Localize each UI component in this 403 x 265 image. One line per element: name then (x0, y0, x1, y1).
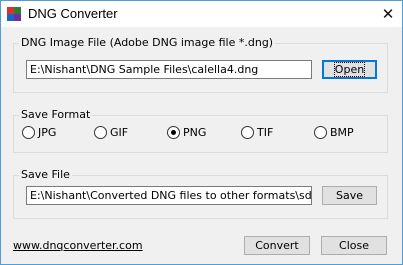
radio-bmp-circle (314, 126, 327, 139)
radio-tif-circle (241, 126, 254, 139)
app-icon (7, 7, 21, 21)
radio-png[interactable]: PNG (167, 125, 209, 141)
image-path-field[interactable]: E:\Nishant\DNG Sample Files\calella4.dng (26, 60, 312, 79)
radio-bmp-label: BMP (330, 126, 354, 139)
radio-jpg[interactable]: JPG (22, 125, 62, 141)
radio-tif[interactable]: TIF (241, 125, 281, 141)
open-button[interactable]: Open (322, 60, 377, 79)
image-file-group-label: DNG Image File (Adobe DNG image file *.d… (19, 36, 276, 49)
website-link[interactable]: www.dnqconverter.com (13, 239, 143, 252)
save-file-group-label: Save File (19, 168, 72, 181)
close-button[interactable]: Close (321, 236, 387, 255)
radio-jpg-label: JPG (38, 126, 57, 139)
save-path-field[interactable]: E:\Nishant\Converted DNG files to other … (26, 186, 312, 205)
save-button[interactable]: Save (322, 186, 377, 205)
convert-button[interactable]: Convert (244, 236, 310, 255)
open-button-label: Open (333, 62, 366, 77)
app-window: DNG Converter ✕ DNG Image File (Adobe DN… (0, 0, 403, 265)
radio-png-selected-dot (171, 130, 176, 135)
save-format-group-label: Save Format (19, 108, 93, 121)
radio-png-label: PNG (183, 126, 207, 139)
radio-jpg-circle (22, 126, 35, 139)
save-button-label: Save (335, 189, 363, 202)
radio-gif-circle (94, 126, 107, 139)
close-icon[interactable]: ✕ (375, 2, 401, 26)
radio-tif-label: TIF (257, 126, 274, 139)
radio-gif-label: GIF (110, 126, 129, 139)
close-button-label: Close (339, 239, 369, 252)
radio-bmp[interactable]: BMP (314, 125, 356, 141)
radio-gif[interactable]: GIF (94, 125, 134, 141)
window-title: DNG Converter (28, 6, 118, 21)
radio-png-circle (167, 126, 180, 139)
title-bar[interactable]: DNG Converter ✕ (1, 1, 402, 27)
convert-button-label: Convert (255, 239, 299, 252)
